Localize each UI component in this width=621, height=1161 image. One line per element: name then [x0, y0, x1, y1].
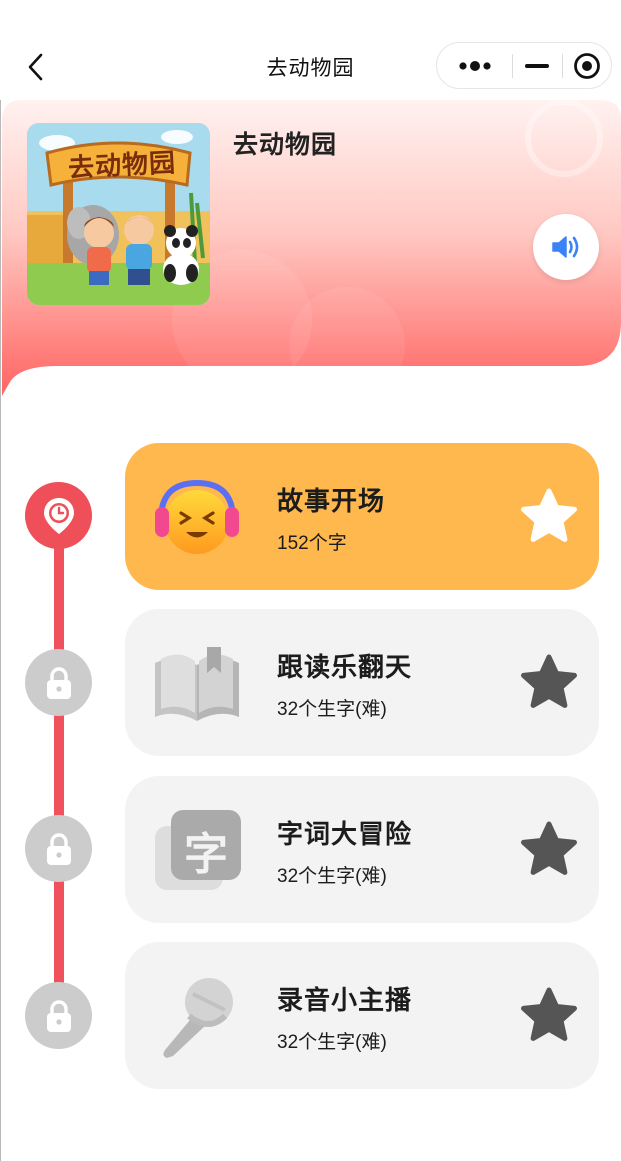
chevron-left-icon: [28, 53, 43, 81]
lock-icon: [46, 832, 71, 865]
story-banner: 去动物园 去动物园: [2, 100, 621, 400]
more-dots-icon: [459, 60, 491, 71]
close-button[interactable]: [563, 43, 611, 88]
mini-program-capsule: [436, 42, 612, 89]
story-title: 去动物园: [233, 131, 338, 159]
page-edge: [0, 100, 1, 1161]
back-button[interactable]: [18, 47, 52, 87]
activity-subtitle: 32个生字(难): [277, 866, 387, 887]
activity-subtitle: 152个字: [277, 533, 347, 554]
minimize-button[interactable]: [513, 43, 561, 88]
clock-pin-icon: [43, 497, 74, 534]
activity-title: 录音小主播: [277, 985, 413, 1015]
step-node-2: [25, 649, 92, 716]
nav-header: 去动物园: [0, 0, 621, 100]
activity-subtitle: 32个生字(难): [277, 1032, 387, 1053]
story-cover-image: 去动物园: [27, 123, 210, 305]
lock-icon: [46, 999, 71, 1032]
star-icon: [521, 821, 577, 875]
activity-title: 故事开场: [277, 486, 386, 516]
lock-icon: [46, 666, 71, 699]
character-glyph: 字: [184, 829, 228, 880]
step-node-1: [25, 482, 92, 549]
progress-timeline: [54, 515, 64, 1015]
cover-sign-text: 去动物园: [67, 148, 177, 184]
activity-card-follow-reading[interactable]: 跟读乐翻天 32个生字(难): [125, 609, 599, 756]
activity-title: 跟读乐翻天: [277, 652, 413, 682]
activity-subtitle: 32个生字(难): [277, 699, 387, 720]
microphone-icon: [163, 978, 233, 1058]
open-book-icon: [155, 647, 239, 721]
minimize-icon: [525, 63, 550, 68]
star-icon: [521, 654, 577, 708]
activity-card-story-intro[interactable]: 故事开场 152个字: [125, 443, 599, 590]
more-button[interactable]: [437, 43, 512, 88]
activity-card-recording-host[interactable]: 录音小主播 32个生字(难): [125, 942, 599, 1089]
step-node-3: [25, 815, 92, 882]
character-card-icon: 字: [151, 810, 243, 892]
headphones-emoji-icon: [155, 479, 239, 554]
speaker-icon: [552, 236, 579, 258]
star-icon: [521, 488, 577, 542]
star-icon: [521, 987, 577, 1041]
step-node-4: [25, 982, 92, 1049]
play-audio-button[interactable]: [533, 214, 599, 280]
activity-title: 字词大冒险: [277, 819, 413, 849]
activity-card-word-adventure[interactable]: 字 字词大冒险 32个生字(难): [125, 776, 599, 923]
target-close-icon: [573, 52, 600, 79]
